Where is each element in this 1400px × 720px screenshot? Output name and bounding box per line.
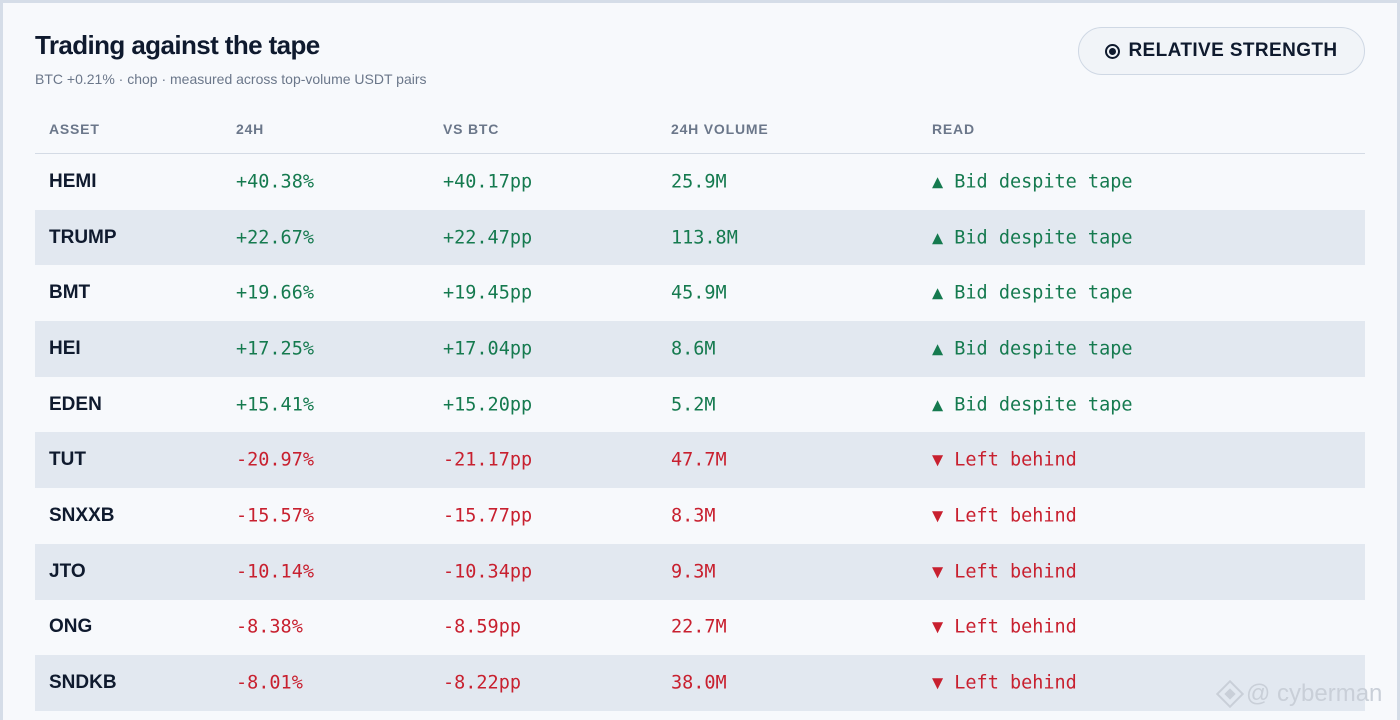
change-24h-cell: +19.66%	[236, 282, 314, 304]
vs-btc-cell: -21.17pp	[443, 449, 533, 471]
vs-btc-cell: +22.47pp	[443, 227, 533, 249]
asset-cell: EDEN	[49, 393, 102, 415]
read-cell: ▼ Left behind	[932, 561, 1077, 583]
volume-cell: 25.9M	[671, 171, 727, 193]
change-24h-cell: -15.57%	[236, 505, 314, 527]
asset-cell: TUT	[49, 449, 86, 471]
volume-cell: 5.2M	[671, 394, 716, 416]
strength-table: ASSET 24H VS BTC 24H VOLUME READ HEMI +40…	[35, 104, 1365, 711]
vs-btc-cell: +19.45pp	[443, 282, 533, 304]
vs-btc-cell: +40.17pp	[443, 171, 533, 193]
change-24h-cell: +40.38%	[236, 171, 314, 193]
column-header-vs-btc[interactable]: VS BTC	[443, 121, 499, 137]
vs-btc-cell: +15.20pp	[443, 394, 533, 416]
page-title: Trading against the tape	[35, 30, 320, 60]
table-row[interactable]: BMT +19.66% +19.45pp 45.9M ▲ Bid despite tap…	[35, 265, 1365, 321]
volume-cell: 9.3M	[671, 561, 716, 583]
table-row[interactable]: TRUMP +22.67% +22.47pp 113.8M ▲ Bid despite …	[35, 209, 1365, 266]
volume-cell: 22.7M	[671, 616, 727, 638]
vs-btc-cell: -10.34pp	[443, 561, 533, 583]
column-header-volume[interactable]: 24H VOLUME	[671, 121, 768, 137]
page-subtitle: BTC +0.21% · chop · measured across top-…	[35, 71, 427, 87]
table-row[interactable]: JTO -10.14% -10.34pp 9.3M ▼ Left behind	[35, 543, 1365, 600]
read-cell: ▲ Bid despite tape	[932, 338, 1133, 360]
vs-btc-cell: -8.59pp	[443, 616, 521, 638]
asset-cell: TRUMP	[49, 226, 117, 248]
read-cell: ▲ Bid despite tape	[932, 394, 1133, 416]
volume-cell: 8.3M	[671, 505, 716, 527]
vs-btc-cell: +17.04pp	[443, 338, 533, 360]
change-24h-cell: -8.01%	[236, 672, 303, 694]
change-24h-cell: +17.25%	[236, 338, 314, 360]
change-24h-cell: -10.14%	[236, 561, 314, 583]
table-header: ASSET 24H VS BTC 24H VOLUME READ	[35, 104, 1365, 154]
change-24h-cell: +15.41%	[236, 394, 314, 416]
volume-cell: 8.6M	[671, 338, 716, 360]
read-cell: ▼ Left behind	[932, 616, 1077, 638]
read-cell: ▼ Left behind	[932, 505, 1077, 527]
table-row[interactable]: HEMI +40.38% +40.17pp 25.9M ▲ Bid despite ta…	[35, 154, 1365, 210]
change-24h-cell: -8.38%	[236, 616, 303, 638]
asset-cell: BMT	[49, 282, 91, 304]
read-cell: ▲ Bid despite tape	[932, 282, 1133, 304]
column-header-read[interactable]: READ	[932, 121, 975, 137]
vs-btc-cell: -8.22pp	[443, 672, 521, 694]
volume-cell: 38.0M	[671, 672, 727, 694]
table-row[interactable]: TUT -20.97% -21.17pp 47.7M ▼ Left behind	[35, 432, 1365, 489]
change-24h-cell: -20.97%	[236, 449, 314, 471]
table-row[interactable]: SNDKB -8.01% -8.22pp 38.0M ▼ Left behind	[35, 655, 1365, 711]
asset-cell: SNDKB	[49, 672, 117, 694]
column-header-asset[interactable]: ASSET	[49, 121, 100, 137]
volume-cell: 113.8M	[671, 227, 738, 249]
change-24h-cell: +22.67%	[236, 227, 314, 249]
radio-dot-icon	[1105, 43, 1121, 59]
volume-cell: 47.7M	[671, 449, 727, 471]
asset-cell: HEI	[49, 337, 81, 359]
read-cell: ▲ Bid despite tape	[932, 227, 1133, 249]
asset-cell: ONG	[49, 616, 93, 638]
table-row[interactable]: SNXXB -15.57% -15.77pp 8.3M ▼ Left behind	[35, 488, 1365, 544]
read-cell: ▼ Left behind	[932, 449, 1077, 471]
binance-diamond-icon	[1215, 679, 1245, 709]
watermark-text: @ cyberman	[1246, 680, 1383, 707]
volume-cell: 45.9M	[671, 282, 727, 304]
read-cell: ▲ Bid despite tape	[932, 171, 1133, 193]
asset-cell: HEMI	[49, 170, 97, 192]
table-body: HEMI +40.38% +40.17pp 25.9M ▲ Bid despite ta…	[35, 154, 1365, 711]
relative-strength-button[interactable]: RELATIVE STRENGTH	[1078, 27, 1365, 75]
table-row[interactable]: HEI +17.25% +17.04pp 8.6M ▲ Bid despite tape	[35, 321, 1365, 377]
relative-strength-label: RELATIVE STRENGTH	[1128, 40, 1338, 61]
vs-btc-cell: -15.77pp	[443, 505, 533, 527]
table-row[interactable]: ONG -8.38% -8.59pp 22.7M ▼ Left behind	[35, 600, 1365, 656]
asset-cell: SNXXB	[49, 504, 115, 526]
watermark: @ cyberman	[1215, 679, 1383, 709]
read-cell: ▼ Left behind	[932, 672, 1077, 694]
asset-cell: JTO	[49, 560, 86, 582]
column-header-24h[interactable]: 24H	[236, 121, 264, 137]
table-row[interactable]: EDEN +15.41% +15.20pp 5.2M ▲ Bid despite tap…	[35, 377, 1365, 433]
